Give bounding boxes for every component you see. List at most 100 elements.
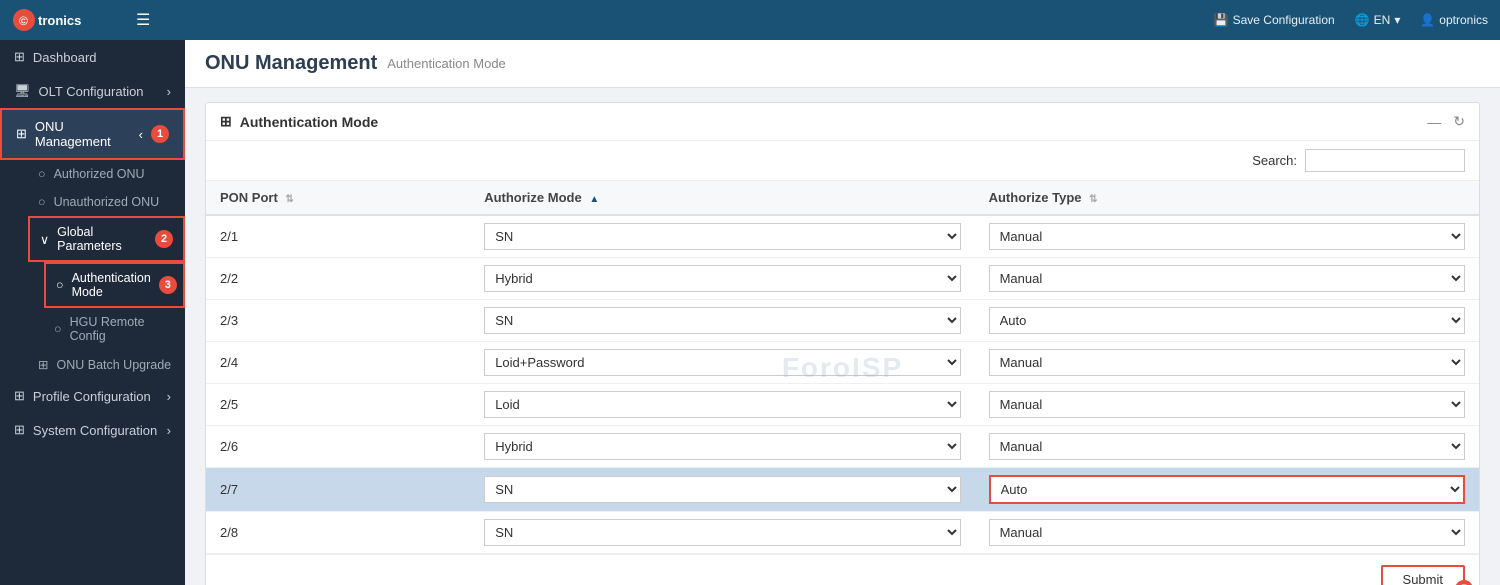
system-icon: ⊞: [14, 422, 25, 438]
pon-port-cell: 2/4: [206, 342, 470, 384]
onu-mgmt-chevron-icon: ‹: [139, 127, 143, 142]
page-header: ONU Management Authentication Mode: [185, 40, 1500, 88]
authorize-mode-select[interactable]: SNHybridLoid+PasswordLoid: [484, 433, 960, 460]
authorize-mode-select[interactable]: SNHybridLoid+PasswordLoid: [484, 307, 960, 334]
authorize-mode-select[interactable]: SNHybridLoid+PasswordLoid: [484, 519, 960, 546]
authorize-type-select[interactable]: ManualAuto: [989, 223, 1465, 250]
sidebar-sub-global: ○ Authentication Mode 3 ○ HGU Remote Con…: [28, 262, 185, 350]
table-header-row: PON Port ⇅ Authorize Mode ▲ Authorize Ty…: [206, 181, 1479, 215]
profile-icon: ⊞: [14, 388, 25, 404]
sidebar-sub-onu: ○ Authorized ONU ○ Unauthorized ONU ∨ Gl…: [0, 160, 185, 379]
topnav: © tronics ☰ 💾 Save Configuration 🌐 EN ▾ …: [0, 0, 1500, 40]
globe-chevron-icon: ▾: [1394, 13, 1400, 27]
user-btn[interactable]: 👤 optronics: [1420, 13, 1488, 27]
authorize-type-cell: ManualAuto: [975, 468, 1479, 512]
submit-button[interactable]: Submit: [1381, 565, 1465, 585]
authorize-mode-select[interactable]: SNHybridLoid+PasswordLoid: [484, 265, 960, 292]
table-row: 2/6 SNHybridLoid+PasswordLoid ManualAuto: [206, 426, 1479, 468]
svg-text:©: ©: [19, 14, 28, 28]
pon-port-cell: 2/5: [206, 384, 470, 426]
col-authorize-mode[interactable]: Authorize Mode ▲: [470, 181, 974, 215]
pon-port-cell: 2/2: [206, 258, 470, 300]
onu-batch-icon: ⊞: [38, 357, 48, 372]
type-sort-icon: ⇅: [1089, 194, 1097, 205]
content-area: ⊞ Authentication Mode — ↻ Search: ForoIS…: [185, 88, 1500, 585]
authorize-type-select[interactable]: ManualAuto: [989, 519, 1465, 546]
sidebar: ⊞ Dashboard 🖥 OLT Configuration › ⊞ ONU …: [0, 40, 185, 585]
olt-icon: 🖥: [14, 83, 31, 99]
authorize-mode-select[interactable]: SNHybridLoid+PasswordLoid: [484, 223, 960, 250]
page-subtitle: Authentication Mode: [387, 56, 506, 71]
col-authorize-type[interactable]: Authorize Type ⇅: [975, 181, 1479, 215]
table-row: 2/2 SNHybridLoid+PasswordLoid ManualAuto: [206, 258, 1479, 300]
col-pon-port[interactable]: PON Port ⇅: [206, 181, 470, 215]
authorize-type-cell: ManualAuto: [975, 258, 1479, 300]
table-row: 2/8 SNHybridLoid+PasswordLoid ManualAuto: [206, 512, 1479, 554]
topnav-left: © tronics ☰: [12, 6, 150, 34]
onu-mgmt-icon: ⊞: [16, 126, 27, 142]
olt-chevron-icon: ›: [167, 84, 171, 99]
authorize-type-select[interactable]: ManualAuto: [989, 391, 1465, 418]
pon-port-cell: 2/8: [206, 512, 470, 554]
sidebar-item-authorized-onu[interactable]: ○ Authorized ONU: [28, 160, 185, 188]
search-input[interactable]: [1305, 149, 1465, 172]
authorize-type-cell: ManualAuto: [975, 384, 1479, 426]
refresh-icon[interactable]: ↻: [1453, 113, 1465, 130]
authorize-type-select[interactable]: ManualAuto: [989, 349, 1465, 376]
sidebar-item-dashboard[interactable]: ⊞ Dashboard: [0, 40, 185, 74]
globe-icon: 🌐: [1355, 13, 1370, 27]
mode-sort-icon: ▲: [589, 194, 599, 205]
sidebar-item-onu-management[interactable]: ⊞ ONU Management ‹ 1: [0, 108, 185, 160]
main-content: ONU Management Authentication Mode ⊞ Aut…: [185, 40, 1500, 585]
table-row: 2/4 SNHybridLoid+PasswordLoid ManualAuto: [206, 342, 1479, 384]
search-label: Search:: [1252, 153, 1297, 168]
pon-port-cell: 2/1: [206, 215, 470, 258]
sidebar-item-olt-config[interactable]: 🖥 OLT Configuration ›: [0, 74, 185, 108]
sidebar-item-onu-batch[interactable]: ⊞ ONU Batch Upgrade: [28, 350, 185, 379]
logo-svg: © tronics: [12, 6, 122, 34]
table-wrap: ForoISP PON Port ⇅ Authorize Mode ▲: [206, 181, 1479, 554]
pon-port-cell: 2/6: [206, 426, 470, 468]
card-header: ⊞ Authentication Mode — ↻: [206, 103, 1479, 141]
table-body: 2/1SNHybridLoid+PasswordLoidManualAuto2/…: [206, 215, 1479, 554]
minimize-icon[interactable]: —: [1427, 114, 1441, 130]
authorize-mode-cell: SNHybridLoid+PasswordLoid: [470, 426, 974, 468]
globe-btn[interactable]: 🌐 EN ▾: [1355, 13, 1401, 27]
authorize-type-select[interactable]: ManualAuto: [989, 433, 1465, 460]
table-row: 2/1 SNHybridLoid+PasswordLoid ManualAuto: [206, 215, 1479, 258]
sidebar-item-authentication-mode[interactable]: ○ Authentication Mode 3: [44, 262, 185, 308]
global-params-badge: 2: [155, 230, 173, 248]
topnav-right: 💾 Save Configuration 🌐 EN ▾ 👤 optronics: [1214, 13, 1488, 27]
authorize-type-select[interactable]: ManualAuto: [989, 307, 1465, 334]
authorize-mode-cell: SNHybridLoid+PasswordLoid: [470, 258, 974, 300]
layout: ⊞ Dashboard 🖥 OLT Configuration › ⊞ ONU …: [0, 40, 1500, 585]
user-icon: 👤: [1420, 13, 1435, 27]
sidebar-item-hgu-remote[interactable]: ○ HGU Remote Config: [44, 308, 185, 350]
dashboard-icon: ⊞: [14, 49, 25, 65]
authorize-type-cell: ManualAuto: [975, 426, 1479, 468]
sidebar-item-profile-config[interactable]: ⊞ Profile Configuration ›: [0, 379, 185, 413]
authorize-mode-cell: SNHybridLoid+PasswordLoid: [470, 300, 974, 342]
pon-sort-icon: ⇅: [285, 194, 293, 205]
authorize-mode-select[interactable]: SNHybridLoid+PasswordLoid: [484, 391, 960, 418]
table-head: PON Port ⇅ Authorize Mode ▲ Authorize Ty…: [206, 181, 1479, 215]
authorize-type-select[interactable]: ManualAuto: [989, 265, 1465, 292]
save-config-btn[interactable]: 💾 Save Configuration: [1214, 13, 1335, 27]
onu-mgmt-badge: 1: [151, 125, 169, 143]
authorize-mode-select[interactable]: SNHybridLoid+PasswordLoid: [484, 476, 960, 503]
submit-badge: 5: [1455, 580, 1473, 585]
logo: © tronics: [12, 6, 122, 34]
hamburger-icon[interactable]: ☰: [136, 10, 150, 30]
profile-chevron-icon: ›: [167, 389, 171, 404]
table-icon: ⊞: [220, 113, 232, 130]
table-row: 2/5 SNHybridLoid+PasswordLoid ManualAuto: [206, 384, 1479, 426]
sidebar-item-system-config[interactable]: ⊞ System Configuration ›: [0, 413, 185, 447]
unauth-onu-icon: ○: [38, 195, 46, 209]
authorize-type-select[interactable]: ManualAuto: [989, 475, 1465, 504]
authorize-mode-cell: SNHybridLoid+PasswordLoid: [470, 512, 974, 554]
sidebar-item-unauthorized-onu[interactable]: ○ Unauthorized ONU: [28, 188, 185, 216]
authentication-table: PON Port ⇅ Authorize Mode ▲ Authorize Ty…: [206, 181, 1479, 554]
global-params-chevron-icon: ∨: [40, 232, 49, 247]
sidebar-item-global-params[interactable]: ∨ Global Parameters 2: [28, 216, 185, 262]
authorize-mode-select[interactable]: SNHybridLoid+PasswordLoid: [484, 349, 960, 376]
